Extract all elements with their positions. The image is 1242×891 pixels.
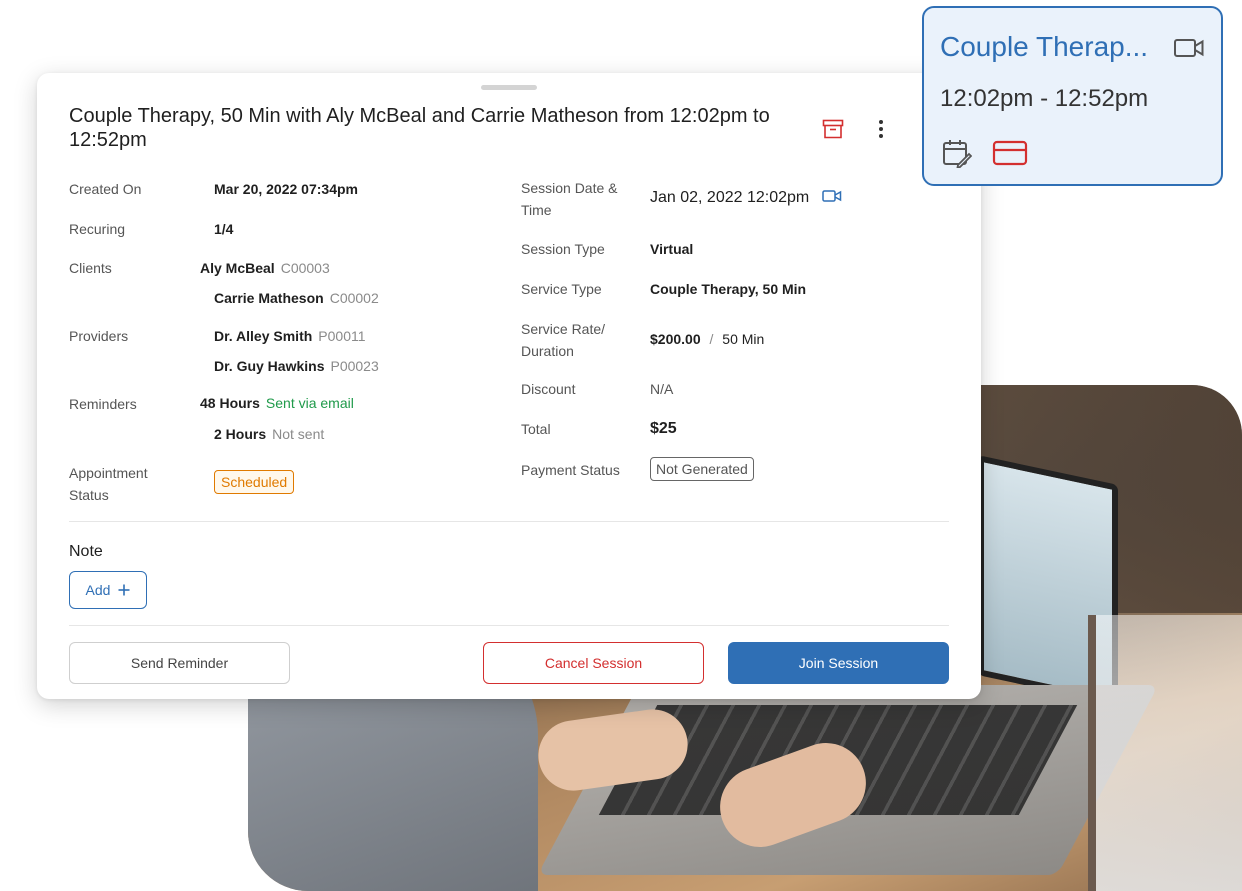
event-preview-card[interactable]: Couple Therap... 12:02pm - 12:52pm [922,6,1223,186]
reminders-label: Reminders [69,396,137,412]
total-label: Total [521,421,551,437]
service-rate-label: Service Rate/ Duration [521,318,605,362]
provider-id: P00023 [330,358,379,374]
service-rate-label-line1: Service Rate/ [521,321,606,337]
client-id: C00002 [329,290,379,306]
status-badge: Scheduled [214,470,295,494]
provider-item[interactable]: Dr. Alley Smith P00011 [214,325,366,347]
reminder-time: 2 Hours [214,426,267,442]
service-rate-label-line2: Duration [521,343,574,359]
client-item[interactable]: Carrie Matheson C00002 [214,287,379,309]
client-id: C00003 [280,260,330,276]
appointment-status-label-line2: Status [69,487,109,503]
client-name: Carrie Matheson [214,290,324,306]
add-note-label: Add [85,582,111,598]
appointment-status-label-line1: Appointment [69,465,148,481]
plus-icon [118,584,130,596]
session-date-label-line1: Session Date & [521,180,618,196]
video-icon[interactable] [821,189,842,203]
service-rate-value: $200.00 / 50 Min [650,328,764,350]
appointment-card: Couple Therapy, 50 Min with Aly McBeal a… [37,73,981,699]
appointment-status-label: Appointment Status [69,462,148,506]
reminder-item: 48 Hours Sent via email [200,392,354,414]
total-value: $25 [650,420,677,437]
provider-name: Dr. Alley Smith [214,328,313,344]
archive-icon[interactable] [821,117,845,141]
photo-paper-tray [1088,615,1242,891]
session-date-label: Session Date & Time [521,177,618,221]
cancel-session-button[interactable]: Cancel Session [483,642,704,684]
appointment-title: Couple Therapy, 50 Min with Aly McBeal a… [69,105,770,151]
service-type-value: Couple Therapy, 50 Min [650,281,807,297]
more-vert-icon[interactable] [869,117,893,141]
recurring-label: Recuring [69,221,126,237]
client-name: Aly McBeal [200,260,275,276]
rate-separator: / [709,331,714,347]
divider [69,625,949,626]
video-icon[interactable] [1174,36,1204,60]
reminder-item: 2 Hours Not sent [214,423,324,445]
session-date-text: Jan 02, 2022 12:02pm [650,189,810,206]
event-time: 12:02pm - 12:52pm [940,85,1149,112]
join-session-button[interactable]: Join Session [728,642,949,684]
reminder-status: Not sent [272,426,325,442]
session-type-label: Session Type [521,241,605,257]
provider-id: P00011 [318,328,366,344]
calendar-edit-icon[interactable] [942,138,972,168]
session-type-value: Virtual [650,241,694,257]
send-reminder-button[interactable]: Send Reminder [69,642,290,684]
session-date-value: Jan 02, 2022 12:02pm [650,187,842,209]
add-note-button[interactable]: Add [69,571,147,609]
providers-label: Providers [69,328,129,344]
reminder-status: Sent via email [265,395,354,411]
provider-item[interactable]: Dr. Guy Hawkins P00023 [214,355,379,377]
clients-label: Clients [69,260,112,276]
discount-label: Discount [521,381,576,397]
event-title: Couple Therap... [940,31,1149,62]
drag-handle[interactable] [481,85,537,90]
created-on-value: Mar 20, 2022 07:34pm [214,181,358,197]
provider-name: Dr. Guy Hawkins [214,358,325,374]
reminder-time: 48 Hours [200,395,260,411]
credit-card-icon[interactable] [992,138,1028,168]
service-type-label: Service Type [521,281,602,297]
client-item[interactable]: Aly McBeal C00003 [200,257,330,279]
discount-value: N/A [650,381,674,397]
session-date-label-line2: Time [521,202,552,218]
payment-status-badge: Not Generated [650,457,754,481]
divider [69,521,949,522]
rate-amount: $200.00 [650,331,701,347]
recurring-value: 1/4 [214,221,234,237]
created-on-label: Created On [69,181,142,197]
rate-duration: 50 Min [722,331,765,347]
note-title: Note [69,543,103,560]
payment-status-label: Payment Status [521,462,620,478]
